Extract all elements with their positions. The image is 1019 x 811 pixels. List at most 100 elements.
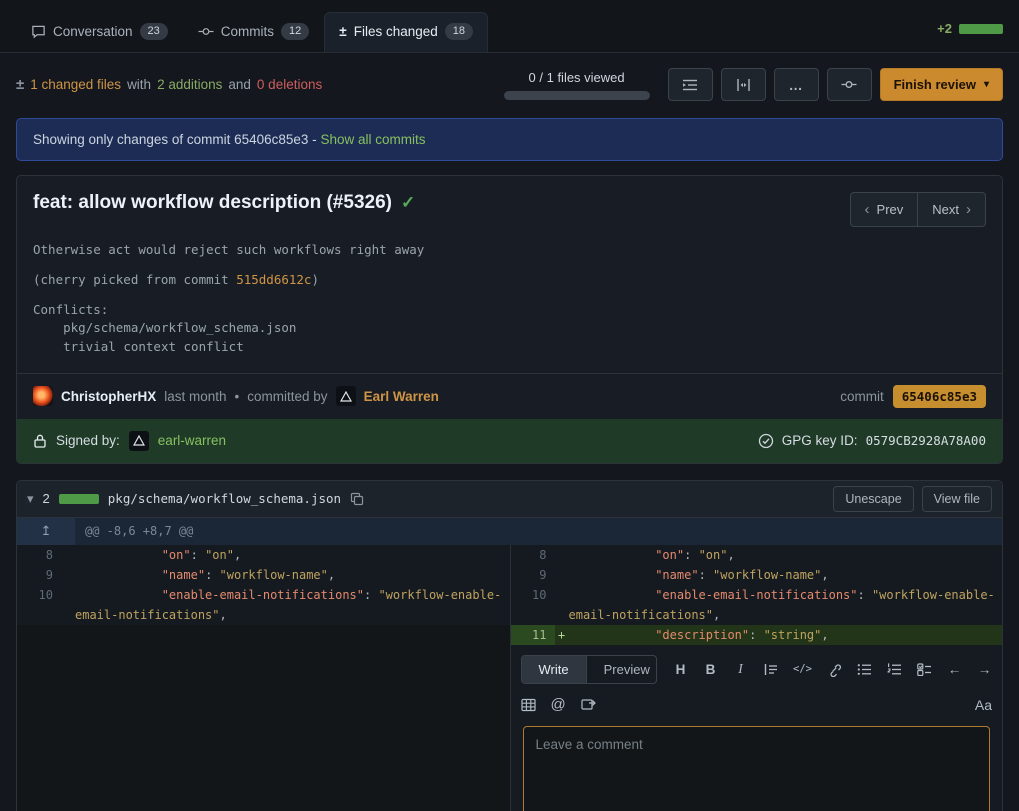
line-sign: + xyxy=(555,625,569,645)
caret-down-icon: ▾ xyxy=(984,79,989,90)
diff-right-column: 8 "on": "on",9 "name": "workflow-name",1… xyxy=(510,545,1003,811)
line-code: "on": "on", xyxy=(569,545,1003,565)
undo-arrow-icon[interactable]: ← xyxy=(947,660,962,678)
commit-details-panel: feat: allow workflow description (#5326)… xyxy=(16,175,1003,464)
whitespace-options-button[interactable] xyxy=(668,68,713,101)
line-code: "on": "on", xyxy=(75,545,510,565)
next-commit-button[interactable]: Next › xyxy=(917,192,986,227)
show-all-commits-link[interactable]: Show all commits xyxy=(320,132,425,147)
redo-arrow-icon[interactable]: → xyxy=(977,660,992,678)
conversation-count-badge: 23 xyxy=(140,23,168,40)
committer-avatar[interactable] xyxy=(336,386,356,406)
commit-title: feat: allow workflow description (#5326)… xyxy=(33,192,415,214)
split-view-toggle-button[interactable] xyxy=(721,68,766,101)
commit-sha-badge[interactable]: 65406c85e3 xyxy=(893,385,986,408)
tab-commits-label: Commits xyxy=(221,24,274,39)
line-number[interactable]: 9 xyxy=(511,565,555,585)
quote-icon[interactable] xyxy=(763,660,778,678)
diff-left-empty xyxy=(17,625,510,811)
code-icon[interactable]: </> xyxy=(793,660,812,678)
line-code: "description": "string", xyxy=(569,625,1003,645)
diff-left-column: 8 "on": "on",9 "name": "workflow-name",1… xyxy=(17,545,510,811)
line-number[interactable]: 11 xyxy=(511,625,555,645)
line-number[interactable]: 8 xyxy=(17,545,61,565)
signed-by-label: Signed by: xyxy=(56,433,120,448)
line-number[interactable]: 9 xyxy=(17,565,61,585)
line-number[interactable]: 8 xyxy=(511,545,555,565)
italic-icon[interactable]: I xyxy=(733,660,748,678)
link-icon[interactable] xyxy=(827,660,842,678)
plus-minus-icon: ± xyxy=(16,76,24,93)
tab-write[interactable]: Write xyxy=(522,656,586,683)
signer-name-link[interactable]: earl-warren xyxy=(158,433,226,448)
tab-commits[interactable]: Commits 12 xyxy=(183,12,325,52)
tab-preview[interactable]: Preview xyxy=(586,656,657,683)
files-viewed-bar xyxy=(504,91,650,100)
conversation-icon xyxy=(31,24,46,39)
heading-icon[interactable]: H xyxy=(673,660,688,678)
tab-files-changed[interactable]: ± Files changed 18 xyxy=(324,12,488,52)
commit-title-text: feat: allow workflow description (#5326) xyxy=(33,192,392,214)
unfold-icon: ↥ xyxy=(41,523,52,539)
tab-conversation[interactable]: Conversation 23 xyxy=(16,12,183,52)
mention-icon[interactable]: @ xyxy=(551,696,566,714)
finish-review-button[interactable]: Finish review ▾ xyxy=(880,68,1003,101)
tab-conversation-label: Conversation xyxy=(53,24,133,39)
changed-files-link[interactable]: 1 changed files xyxy=(30,77,121,92)
signer-avatar[interactable] xyxy=(129,431,149,451)
diff-file-header: ▾ 2 pkg/schema/workflow_schema.json Unes… xyxy=(17,481,1002,518)
additions-stat: +2 xyxy=(937,21,952,36)
cherry-pick-sha-link[interactable]: 515dd6612c xyxy=(236,272,311,287)
bullet-separator: • xyxy=(235,389,240,404)
file-name[interactable]: pkg/schema/workflow_schema.json xyxy=(108,491,341,506)
comment-box xyxy=(523,726,991,811)
text-size-icon[interactable]: Aa xyxy=(975,696,992,714)
line-number[interactable]: 10 xyxy=(17,585,61,625)
format-toolbar: H B I </> xyxy=(673,660,992,678)
files-toolbar: ± 1 changed files with 2 additions and 0… xyxy=(0,53,1019,114)
gpg-key-label: GPG key ID: xyxy=(782,433,858,448)
banner-text: Showing only changes of commit 65406c85e… xyxy=(33,132,320,147)
summary-and-text: and xyxy=(228,77,251,92)
line-sign xyxy=(555,565,569,585)
line-sign xyxy=(555,545,569,565)
prev-commit-button[interactable]: ‹ Prev xyxy=(850,192,918,227)
collapse-file-chevron-icon[interactable]: ▾ xyxy=(27,491,34,507)
commit-filter-banner: Showing only changes of commit 65406c85e… xyxy=(16,118,1003,161)
line-number[interactable]: 10 xyxy=(511,585,555,625)
commit-message-body: Otherwise act would reject such workflow… xyxy=(17,227,1002,373)
bold-icon[interactable]: B xyxy=(703,660,718,678)
gpg-key-value: 0579CB2928A78A00 xyxy=(866,433,986,448)
comment-textarea[interactable] xyxy=(526,729,988,811)
line-sign xyxy=(61,565,75,585)
changes-summary: ± 1 changed files with 2 additions and 0… xyxy=(16,76,322,93)
author-avatar[interactable] xyxy=(33,386,53,406)
copy-path-icon[interactable] xyxy=(350,492,364,506)
bullet-list-icon[interactable] xyxy=(857,660,872,678)
more-options-button[interactable]: … xyxy=(774,68,819,101)
author-name[interactable]: ChristopherHX xyxy=(61,389,156,404)
diff-hunk-row: ↥ @@ -8,6 +8,7 @@ xyxy=(17,518,1002,545)
task-list-icon[interactable] xyxy=(917,660,932,678)
status-check-icon: ✓ xyxy=(401,193,415,213)
commit-select-button[interactable] xyxy=(827,68,872,101)
unescape-button[interactable]: Unescape xyxy=(833,486,913,512)
commit-icon xyxy=(198,24,214,39)
prev-label: Prev xyxy=(877,202,904,217)
expand-hunk-button[interactable]: ↥ xyxy=(17,518,75,545)
additions-text: 2 additions xyxy=(157,77,222,92)
view-file-button[interactable]: View file xyxy=(922,486,992,512)
finish-review-label: Finish review xyxy=(894,77,976,92)
table-icon[interactable] xyxy=(521,696,536,714)
line-code: "enable-email-notifications": "workflow-… xyxy=(569,585,1003,625)
line-sign xyxy=(555,585,569,625)
committed-by-text: committed by xyxy=(247,389,327,404)
files-changed-count-badge: 18 xyxy=(445,23,473,40)
cherry-pick-line: (cherry picked from commit 515dd6612c) xyxy=(33,271,986,290)
reference-icon[interactable] xyxy=(581,696,596,714)
diff-file-panel: ▾ 2 pkg/schema/workflow_schema.json Unes… xyxy=(16,480,1003,811)
committer-name[interactable]: Earl Warren xyxy=(364,389,439,404)
file-additions-count: 2 xyxy=(43,491,50,506)
chevron-left-icon: ‹ xyxy=(865,201,870,218)
numbered-list-icon[interactable] xyxy=(887,660,902,678)
